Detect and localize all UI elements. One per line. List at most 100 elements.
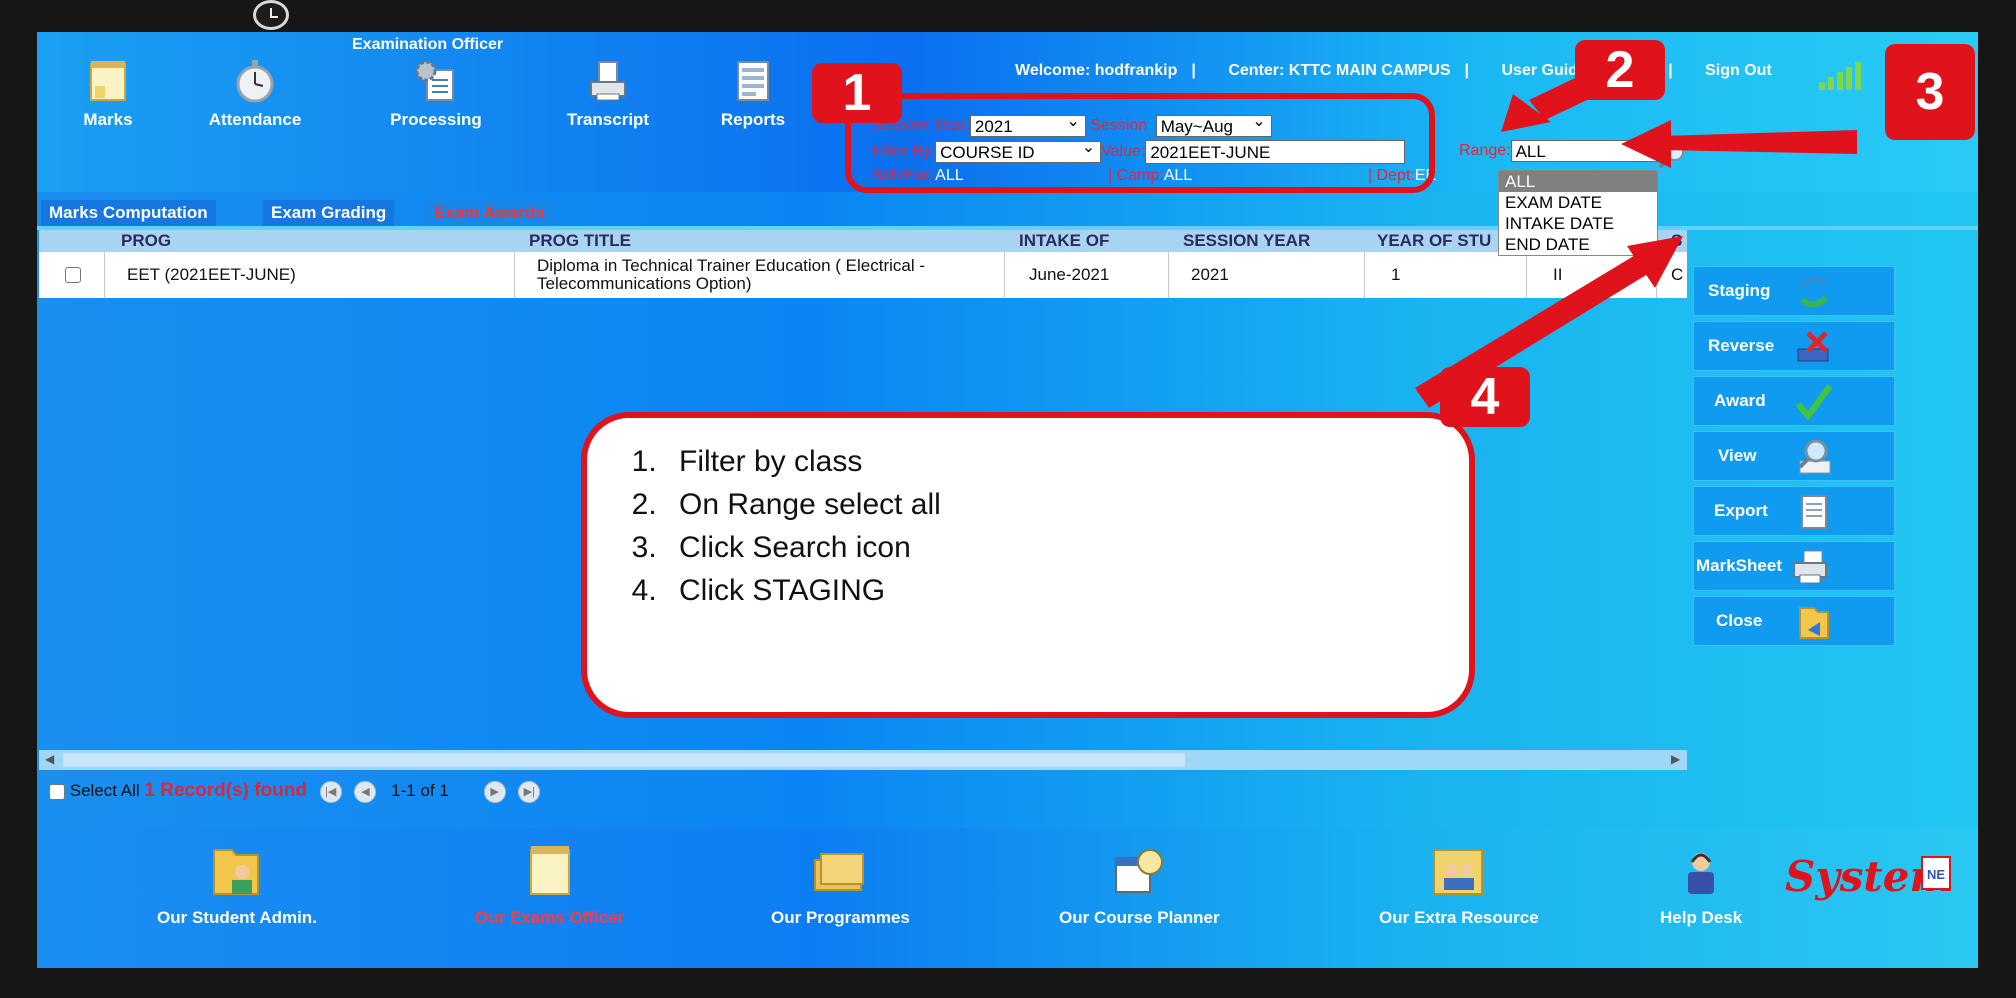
- header-year-of-study: YEAR OF STU: [1377, 231, 1492, 250]
- footer-course-planner-label: Our Course Planner: [1059, 908, 1220, 927]
- staging-button[interactable]: Staging: [1693, 266, 1895, 316]
- logo-badge: NE: [1921, 856, 1951, 890]
- user-guide-link[interactable]: User Guid: [1501, 62, 1577, 79]
- support-person-icon: [1688, 853, 1715, 894]
- app-screen: Examination Officer Marks Attendance Pro…: [37, 32, 1978, 968]
- scrollbar-thumb[interactable]: [63, 753, 1185, 767]
- stopwatch-icon: [236, 60, 274, 103]
- range-option-end-date[interactable]: END DATE: [1499, 234, 1657, 255]
- header-prog: PROG: [121, 231, 172, 250]
- view-button[interactable]: View: [1693, 431, 1895, 481]
- step-badge-4: 4: [1440, 367, 1530, 427]
- systemne-logo: System NE: [1785, 846, 1955, 906]
- tab-exam-awards[interactable]: Exam Awards: [426, 200, 553, 226]
- instruction-step-4: Click STAGING: [665, 569, 1469, 612]
- cell-intake-of: June-2021: [1005, 252, 1169, 298]
- page-range: 1-1 of 1: [391, 781, 449, 800]
- step-badge-2: 2: [1575, 40, 1665, 100]
- range-select[interactable]: ALL: [1510, 136, 1669, 162]
- horizontal-scrollbar[interactable]: ◀ ▶: [39, 750, 1687, 770]
- range-option-all[interactable]: ALL: [1499, 171, 1657, 192]
- footer-help-desk-label: Help Desk: [1660, 908, 1743, 927]
- footer-extra-resource[interactable]: Our Extra Resource: [1379, 842, 1539, 928]
- footer-help-desk[interactable]: Help Desk: [1660, 842, 1742, 928]
- cell-semester: II: [1527, 252, 1657, 298]
- report-document-icon: [737, 61, 769, 101]
- close-label: Close: [1716, 611, 1763, 630]
- cell-extra: C: [1671, 265, 1684, 284]
- cell-session-year: 2021: [1169, 252, 1365, 298]
- footer-student-admin-label: Our Student Admin.: [157, 908, 317, 927]
- nav-marks-label: Marks: [83, 110, 133, 129]
- welcome-text: Welcome: hodfrankip: [1015, 62, 1178, 79]
- footer-student-admin[interactable]: Our Student Admin.: [157, 842, 317, 928]
- export-document-icon: [1801, 495, 1827, 529]
- instruction-step-3: Click Search icon: [665, 526, 1469, 569]
- notepad-icon: [90, 61, 126, 101]
- scroll-right-icon[interactable]: ▶: [1671, 752, 1680, 766]
- row-checkbox[interactable]: [65, 267, 81, 283]
- search-icon[interactable]: [1657, 140, 1687, 170]
- award-button[interactable]: Award: [1693, 376, 1895, 426]
- record-count: 1 Record(s) found: [144, 780, 307, 801]
- prev-page-icon[interactable]: ◀: [354, 780, 377, 803]
- step-badge-3: 3: [1885, 44, 1975, 140]
- sign-out-link[interactable]: Sign Out: [1705, 62, 1772, 79]
- signal-strength-icon: [1819, 60, 1865, 90]
- magnifier-icon: [1798, 439, 1831, 474]
- export-button[interactable]: Export: [1693, 486, 1895, 536]
- footer-bar: Our Student Admin. Our Exams Officer Our…: [37, 828, 1978, 968]
- close-button[interactable]: Close: [1693, 596, 1895, 646]
- staging-icon: [1799, 276, 1829, 308]
- nav-processing[interactable]: Processing: [376, 58, 496, 130]
- header-session-year: SESSION YEAR: [1183, 231, 1311, 250]
- footer-programmes[interactable]: Our Programmes: [771, 842, 910, 928]
- header-prog-title: PROG TITLE: [529, 231, 631, 250]
- scroll-left-icon[interactable]: ◀: [45, 752, 54, 766]
- tab-exam-grading[interactable]: Exam Grading: [263, 200, 395, 226]
- tab-marks-computation[interactable]: Marks Computation: [41, 200, 216, 226]
- folder-user-icon: [212, 849, 259, 895]
- reverse-label: Reverse: [1708, 336, 1775, 355]
- folder-users-icon: [1432, 849, 1483, 895]
- cell-prog: EET (2021EET-JUNE): [105, 252, 515, 298]
- select-all-checkbox[interactable]: [49, 783, 65, 800]
- table-row[interactable]: EET (2021EET-JUNE) Diploma in Technical …: [39, 252, 1687, 298]
- top-links: Welcome: hodfrankip | Center: KTTC MAIN C…: [1015, 62, 1772, 79]
- award-label: Award: [1714, 391, 1766, 410]
- marksheet-button[interactable]: MarkSheet: [1693, 541, 1895, 591]
- range-option-exam-date[interactable]: EXAM DATE: [1499, 192, 1657, 213]
- nav-marks[interactable]: Marks: [48, 58, 168, 130]
- header-extra: S: [1671, 231, 1683, 250]
- footer-extra-resource-label: Our Extra Resource: [1379, 908, 1539, 927]
- nav-reports[interactable]: Reports: [693, 58, 813, 130]
- printer-document-icon: [590, 61, 626, 101]
- export-label: Export: [1714, 501, 1768, 520]
- footer-exams-officer[interactable]: Our Exams Officer: [475, 842, 624, 928]
- reverse-button[interactable]: Reverse: [1693, 321, 1895, 371]
- range-option-intake-date[interactable]: INTAKE DATE: [1499, 213, 1657, 234]
- row-checkbox-cell: [39, 252, 105, 298]
- checkmark-icon: [1795, 384, 1833, 421]
- next-page-icon[interactable]: ▶: [483, 780, 506, 803]
- filter-highlight-box: [845, 93, 1435, 193]
- footer-exams-officer-label: Our Exams Officer: [475, 908, 625, 927]
- nav-attendance[interactable]: Attendance: [195, 58, 315, 130]
- first-page-icon[interactable]: |◀: [319, 780, 342, 803]
- clock-icon: [253, 0, 289, 30]
- footer-course-planner[interactable]: Our Course Planner: [1059, 842, 1220, 928]
- instruction-callout: Filter by class On Range select all Clic…: [581, 412, 1475, 718]
- header-intake-of: INTAKE OF: [1019, 231, 1110, 250]
- notepad-icon: [529, 846, 570, 895]
- role-title: Examination Officer: [352, 36, 504, 53]
- gear-document-icon: [415, 60, 454, 101]
- nav-transcript[interactable]: Transcript: [548, 58, 668, 130]
- instruction-step-2: On Range select all: [665, 483, 1469, 526]
- staging-label: Staging: [1708, 281, 1771, 300]
- last-page-icon[interactable]: ▶|: [518, 780, 541, 803]
- folder-exit-icon: [1799, 607, 1829, 639]
- calendar-clock-icon: [1115, 849, 1164, 893]
- cell-prog-title: Diploma in Technical Trainer Education (…: [515, 252, 1005, 298]
- center-text: Center: KTTC MAIN CAMPUS: [1228, 62, 1451, 79]
- nav-transcript-label: Transcript: [566, 110, 650, 129]
